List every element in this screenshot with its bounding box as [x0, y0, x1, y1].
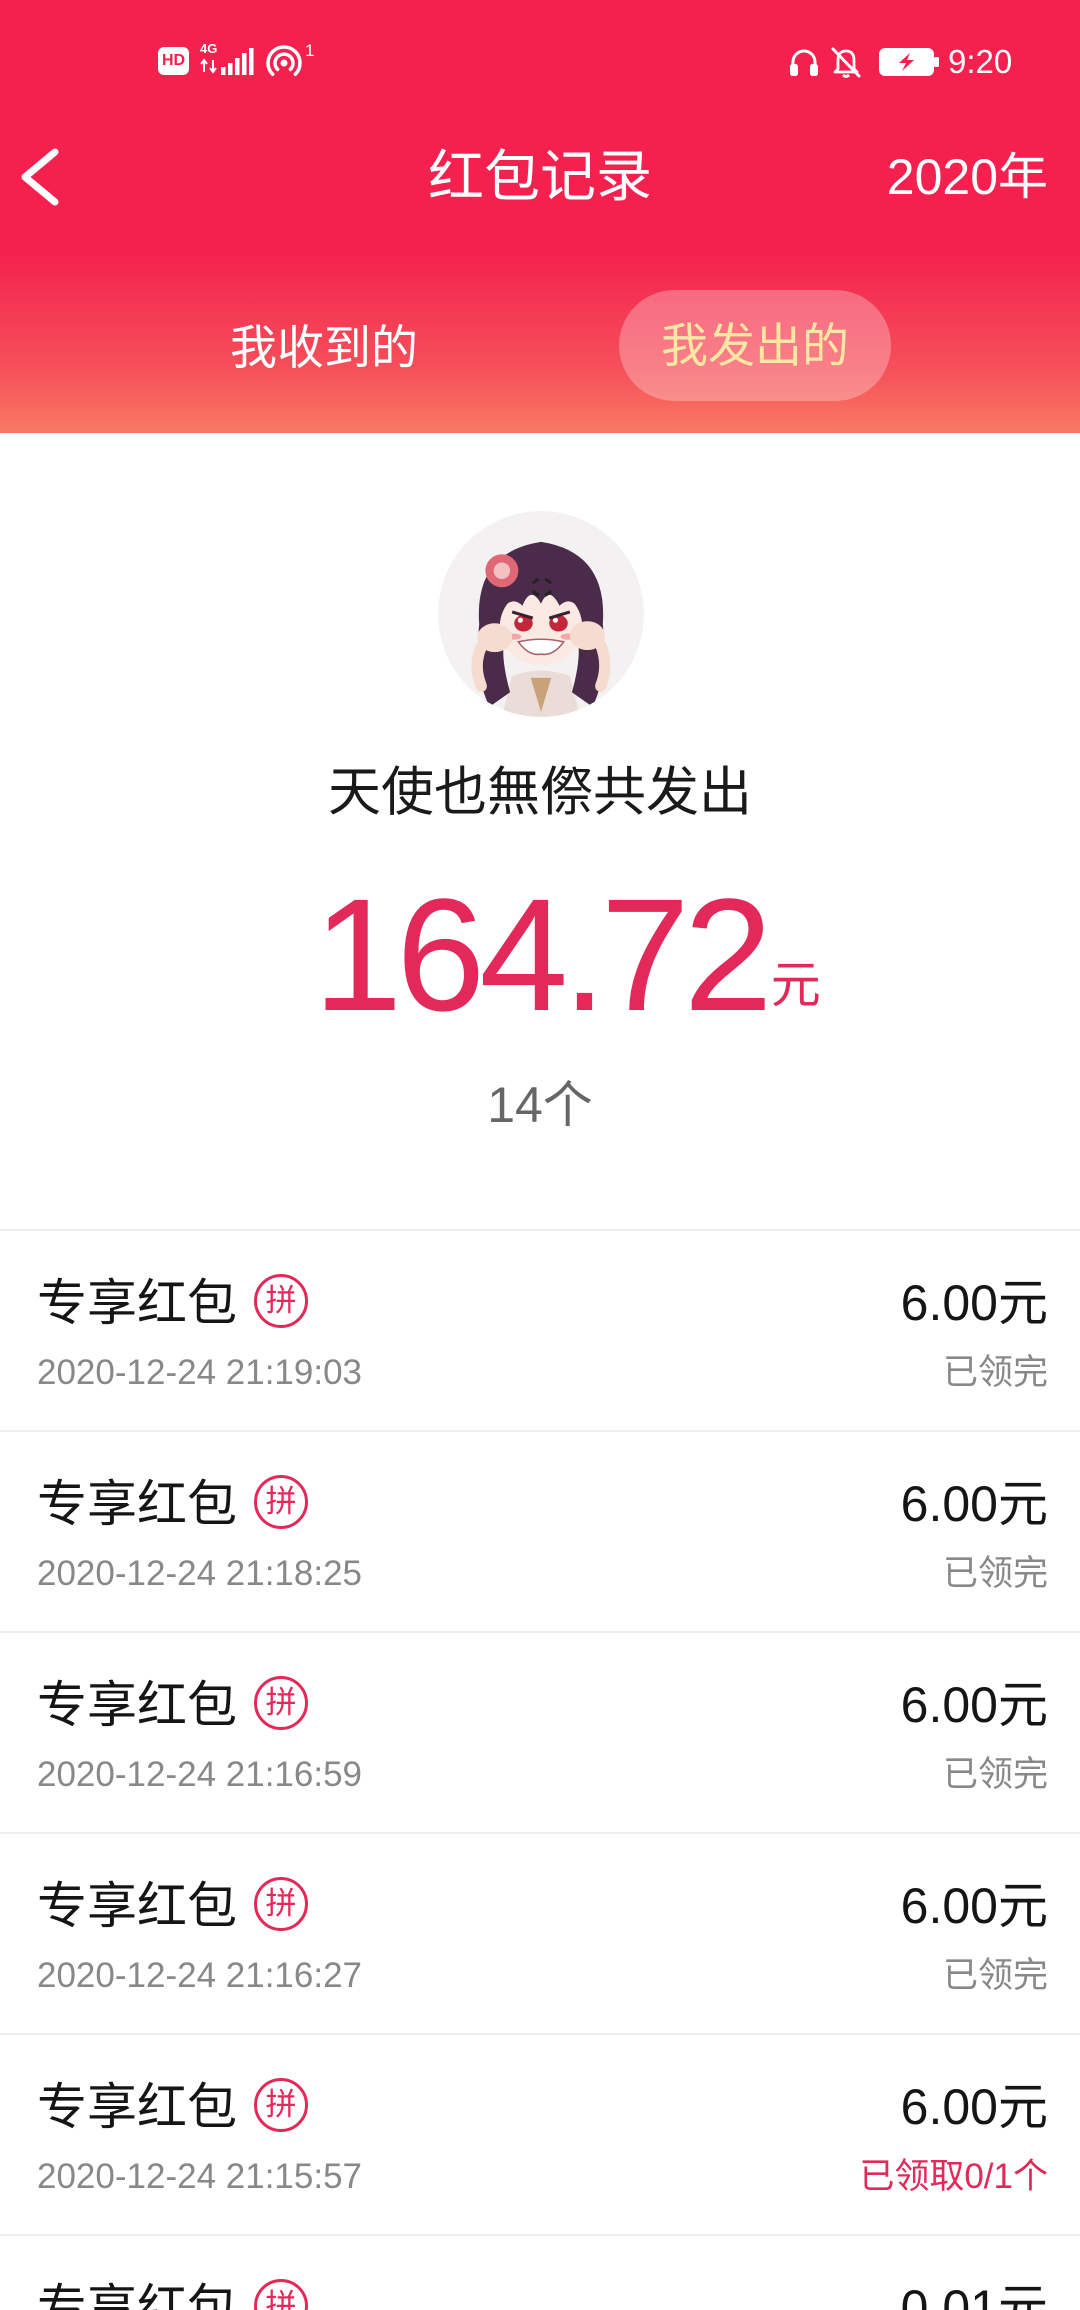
- record-status: 已领完: [942, 1956, 1048, 1995]
- record-status: 已领完: [942, 1353, 1048, 1392]
- list-item[interactable]: 专享红包 拼 2020-12-24 21:18:25 6.00元 已领完: [0, 1430, 1080, 1631]
- total-amount-value: 164.72: [313, 865, 772, 1044]
- record-datetime: 2020-12-24 21:16:27: [37, 1956, 362, 1995]
- list-item[interactable]: 专享红包 拼 2020-12-24 21:19:03 6.00元 已领完: [0, 1229, 1080, 1430]
- data-arrows-icon: [200, 58, 217, 74]
- tab-received[interactable]: 我收到的: [204, 320, 444, 376]
- sent-label: 共发出: [593, 763, 752, 822]
- group-badge: 拼: [254, 2078, 308, 2132]
- signal-icon: [221, 48, 254, 75]
- list-item[interactable]: 专享红包 拼 2020-12-24 21:15:57 6.00元 已领取0/1个: [0, 2033, 1080, 2234]
- record-status: 已领取0/1个: [859, 2157, 1048, 2196]
- record-amount: 6.00元: [900, 2079, 1048, 2135]
- record-title: 专享红包: [37, 2079, 237, 2135]
- record-datetime: 2020-12-24 21:18:25: [37, 1554, 362, 1593]
- year-selector[interactable]: 2020年: [887, 147, 1048, 207]
- sent-summary-label: 天使也無傺共发出: [140, 761, 940, 825]
- back-button[interactable]: [10, 140, 70, 214]
- record-amount: 0.01元: [900, 2280, 1048, 2310]
- group-badge: 拼: [254, 1274, 308, 1328]
- avatar: [438, 511, 644, 717]
- user-name: 天使也無傺: [328, 763, 593, 822]
- hotspot-icon: [266, 45, 302, 77]
- total-amount: 164.72 元: [313, 865, 820, 1044]
- record-title: 专享红包: [37, 1476, 237, 1532]
- record-datetime: 2020-12-24 21:15:57: [37, 2157, 362, 2196]
- list-item[interactable]: 专享红包 拼 0.01元: [0, 2234, 1080, 2310]
- group-badge: 拼: [254, 2279, 308, 2310]
- headphone-icon: [790, 49, 818, 76]
- packet-count: 14个: [487, 1077, 593, 1133]
- group-badge: 拼: [254, 1475, 308, 1529]
- hotspot-count: 1: [305, 41, 315, 60]
- record-datetime: 2020-12-24 21:16:59: [37, 1755, 362, 1794]
- hd-icon: HD: [158, 47, 189, 75]
- tab-sent-label: 我发出的: [661, 318, 849, 372]
- status-time: 9:20: [948, 43, 1013, 80]
- bell-off-icon: [831, 47, 861, 78]
- record-title: 专享红包: [37, 2280, 237, 2310]
- record-title: 专享红包: [37, 1878, 237, 1934]
- list-item[interactable]: 专享红包 拼 2020-12-24 21:16:59 6.00元 已领完: [0, 1631, 1080, 1832]
- chevron-left-icon: [21, 148, 59, 206]
- page-title: 红包记录: [428, 145, 652, 208]
- record-datetime: 2020-12-24 21:19:03: [37, 1353, 362, 1392]
- record-title: 专享红包: [37, 1677, 237, 1733]
- record-amount: 6.00元: [900, 1677, 1048, 1733]
- currency-unit: 元: [770, 957, 821, 1013]
- network-type-label: 4G: [200, 41, 218, 56]
- record-amount: 6.00元: [900, 1476, 1048, 1532]
- record-amount: 6.00元: [900, 1275, 1048, 1331]
- record-status: 已领完: [942, 1755, 1048, 1794]
- tab-sent[interactable]: 我发出的: [619, 290, 891, 401]
- battery-charging-icon: [879, 48, 939, 76]
- record-amount: 6.00元: [900, 1878, 1048, 1934]
- group-badge: 拼: [254, 1676, 308, 1730]
- list-item[interactable]: 专享红包 拼 2020-12-24 21:16:27 6.00元 已领完: [0, 1832, 1080, 2033]
- record-title: 专享红包: [37, 1275, 237, 1331]
- record-status: 已领完: [942, 1554, 1048, 1593]
- group-badge: 拼: [254, 1877, 308, 1931]
